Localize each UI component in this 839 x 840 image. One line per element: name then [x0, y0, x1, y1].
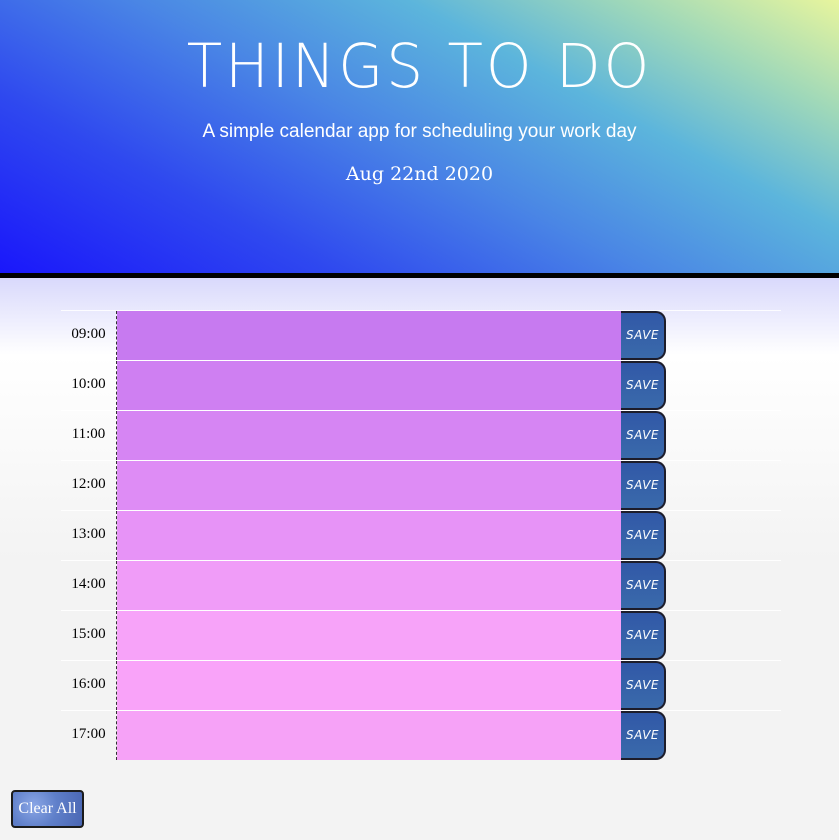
- time-block-row: 17:00 SAVE: [61, 710, 781, 760]
- save-button[interactable]: SAVE: [621, 561, 666, 610]
- page-subtitle: A simple calendar app for scheduling you…: [202, 121, 637, 142]
- hour-label: 09:00: [61, 311, 117, 360]
- task-input[interactable]: [117, 461, 621, 510]
- time-block-row: 12:00 SAVE: [61, 460, 781, 510]
- time-block-row: 16:00 SAVE: [61, 660, 781, 710]
- hour-label: 16:00: [61, 661, 117, 710]
- task-input[interactable]: [117, 661, 621, 710]
- task-input[interactable]: [117, 311, 621, 360]
- task-input[interactable]: [117, 711, 621, 760]
- page-title: THINGS TO DO: [186, 30, 653, 102]
- time-block-row: 11:00 SAVE: [61, 410, 781, 460]
- save-button[interactable]: SAVE: [621, 511, 666, 560]
- page-header: THINGS TO DO A simple calendar app for s…: [0, 0, 839, 273]
- hour-label: 11:00: [61, 411, 117, 460]
- task-input[interactable]: [117, 561, 621, 610]
- save-button[interactable]: SAVE: [621, 461, 666, 510]
- time-block-row: 10:00 SAVE: [61, 360, 781, 410]
- save-button[interactable]: SAVE: [621, 711, 666, 760]
- schedule-list: 09:00 SAVE 10:00 SAVE 11:00 SAVE 12:00 SAVE 13:0…: [61, 310, 781, 760]
- time-block-row: 15:00 SAVE: [61, 610, 781, 660]
- task-input[interactable]: [117, 411, 621, 460]
- save-button[interactable]: SAVE: [621, 611, 666, 660]
- task-input[interactable]: [117, 361, 621, 410]
- save-button[interactable]: SAVE: [621, 361, 666, 410]
- hour-label: 15:00: [61, 611, 117, 660]
- task-input[interactable]: [117, 611, 621, 660]
- hour-label: 17:00: [61, 711, 117, 760]
- header-divider: [0, 273, 839, 278]
- save-button[interactable]: SAVE: [621, 311, 666, 360]
- save-button[interactable]: SAVE: [621, 661, 666, 710]
- hour-label: 12:00: [61, 461, 117, 510]
- time-block-row: 09:00 SAVE: [61, 310, 781, 360]
- current-date: Aug 22nd 2020: [345, 163, 494, 185]
- save-button[interactable]: SAVE: [621, 411, 666, 460]
- time-block-row: 14:00 SAVE: [61, 560, 781, 610]
- time-block-row: 13:00 SAVE: [61, 510, 781, 560]
- task-input[interactable]: [117, 511, 621, 560]
- hour-label: 14:00: [61, 561, 117, 610]
- clear-all-button[interactable]: Clear All: [11, 790, 84, 828]
- hour-label: 13:00: [61, 511, 117, 560]
- hour-label: 10:00: [61, 361, 117, 410]
